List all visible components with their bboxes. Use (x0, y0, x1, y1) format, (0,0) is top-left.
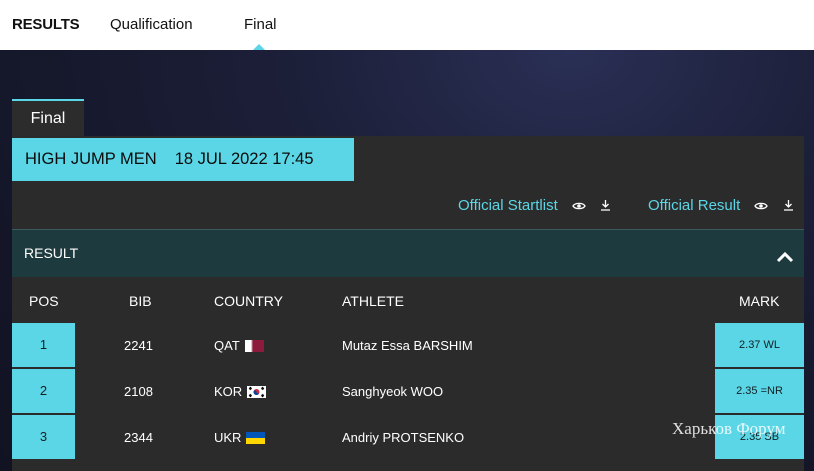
athlete-name[interactable]: Sanghyeok WOO (342, 384, 443, 399)
official-startlist: Official Startlist (458, 197, 611, 215)
ukraine-flag-icon (246, 432, 266, 444)
eye-icon[interactable] (754, 198, 769, 215)
athlete-name[interactable]: Andriy PROTSENKO (342, 430, 464, 445)
column-header-athlete: ATHLETE (342, 293, 404, 309)
bib-cell: 2344 (124, 430, 153, 445)
table-row[interactable]: 1 2241 QAT Mutaz Essa BARSHIM 2.37 WL (12, 323, 804, 367)
tab-qualification[interactable]: Qualification (110, 16, 193, 33)
column-header-mark: MARK (739, 293, 780, 309)
download-icon[interactable] (783, 198, 794, 215)
event-name: HIGH JUMP MEN (25, 150, 157, 168)
bib-cell: 2108 (124, 384, 153, 399)
country-cell: KOR (214, 384, 267, 399)
top-nav: RESULTS Qualification Final (0, 0, 814, 50)
official-startlist-link[interactable]: Official Startlist (458, 197, 558, 214)
south-korea-flag-icon (247, 386, 267, 398)
country-cell: QAT (214, 338, 264, 353)
column-header-bib: BIB (129, 293, 152, 309)
position-cell: 2 (12, 369, 75, 413)
mark-cell: 2.35 =NR (715, 369, 804, 413)
table-row[interactable]: 2 2108 KOR Sanghyeok WOO 2.35 =NR (12, 369, 804, 413)
download-icon[interactable] (600, 198, 611, 215)
chevron-up-icon[interactable] (776, 250, 794, 268)
nav-results[interactable]: RESULTS (12, 16, 80, 33)
athlete-name[interactable]: Mutaz Essa BARSHIM (342, 338, 473, 353)
result-section-title: RESULT (24, 245, 79, 261)
position-cell: 1 (12, 323, 75, 367)
eye-icon[interactable] (572, 198, 586, 215)
position-cell: 3 (12, 415, 75, 459)
country-code: KOR (214, 384, 243, 399)
event-header: HIGH JUMP MEN 18 JUL 2022 17:45 (12, 138, 354, 181)
column-header-pos: POS (29, 293, 59, 309)
official-result-link[interactable]: Official Result (648, 197, 740, 214)
column-header-country: COUNTRY (214, 293, 283, 309)
tab-final-panel[interactable]: Final (12, 99, 84, 136)
result-section-header[interactable]: RESULT (12, 229, 804, 277)
watermark-text: Харьков Форум (672, 419, 786, 438)
bib-cell: 2241 (124, 338, 153, 353)
official-result: Official Result (648, 197, 794, 215)
mark-cell: 2.37 WL (715, 323, 804, 367)
country-cell: UKR (214, 430, 266, 445)
country-code: UKR (214, 430, 242, 445)
event-datetime: 18 JUL 2022 17:45 (174, 150, 314, 168)
tab-final[interactable]: Final (244, 16, 277, 33)
qatar-flag-icon (244, 340, 264, 352)
country-code: QAT (214, 338, 240, 353)
